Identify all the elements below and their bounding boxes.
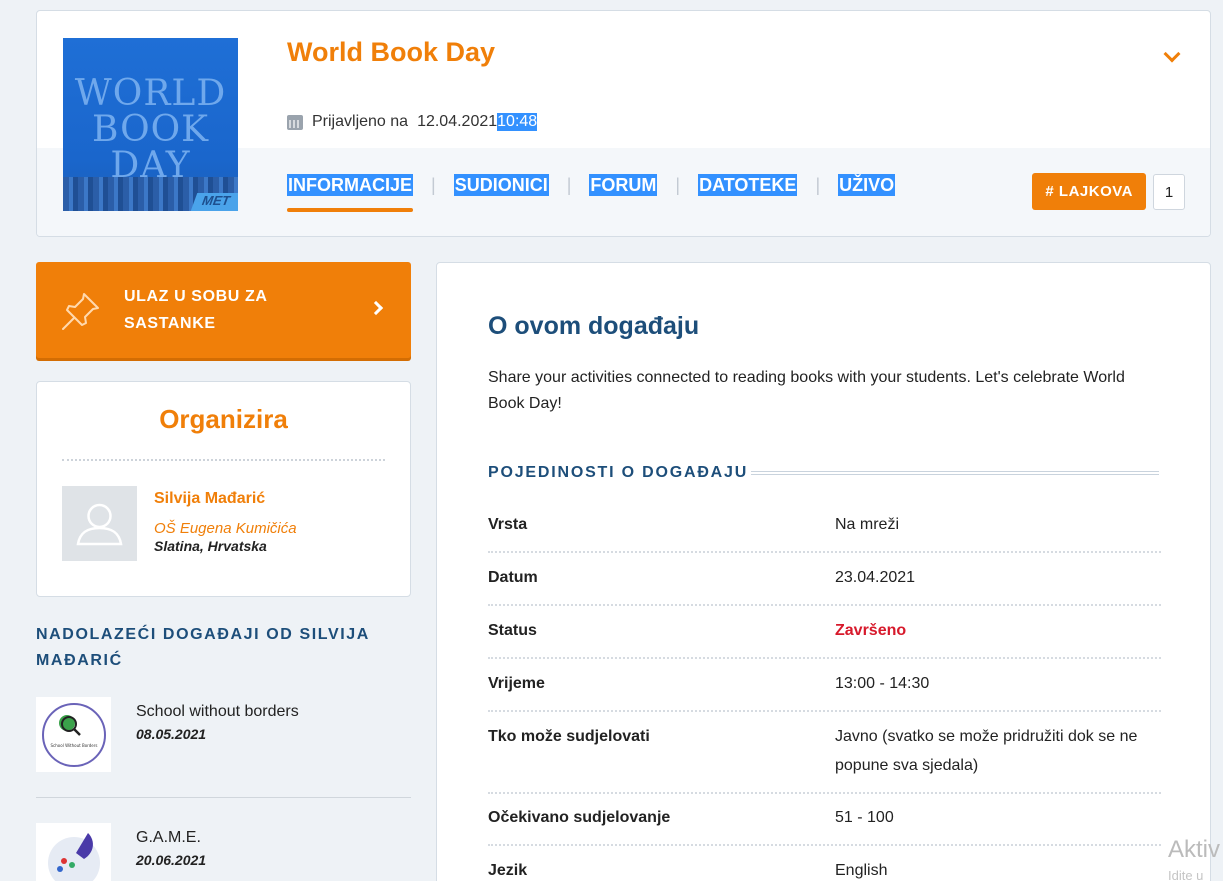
- about-description: Share your activities connected to readi…: [488, 369, 1125, 412]
- list-item[interactable]: School Without Borders School without bo…: [36, 697, 411, 787]
- upcoming-event-title[interactable]: School without borders: [136, 703, 299, 721]
- detail-key: Vrsta: [488, 516, 528, 533]
- divider: [62, 459, 385, 461]
- organizer-location: Slatina, Hrvatska: [154, 538, 267, 554]
- details-heading: POJEDINOSTI O DOGAĐAJU: [488, 464, 749, 481]
- upcoming-events-heading: NADOLAZEĆI DOGAĐAJI OD SILVIJA MAĐARIĆ: [36, 626, 370, 669]
- svg-text:School Without Borders: School Without Borders: [51, 743, 98, 748]
- detail-row-status: Status Završeno: [488, 616, 1161, 659]
- upcoming-event-title[interactable]: G.A.M.E.: [136, 829, 201, 847]
- event-thumbnail[interactable]: School Without Borders: [36, 697, 111, 772]
- like-button[interactable]: # LAJKOVA: [1032, 173, 1146, 210]
- event-title: World Book Day: [287, 37, 496, 67]
- detail-key: Vrijeme: [488, 675, 545, 692]
- heading-rule: [751, 471, 1159, 475]
- about-heading: O ovom događaju: [488, 312, 700, 340]
- registered-date: 12.04.2021: [417, 113, 498, 130]
- registered-time: 10:48: [497, 113, 538, 131]
- tab-separator: |: [815, 174, 821, 195]
- tab-separator: |: [675, 174, 681, 195]
- cover-corner-badge: MET: [190, 193, 238, 211]
- detail-value: Na mreži: [835, 516, 900, 533]
- tab-datoteke[interactable]: DATOTEKE: [698, 174, 798, 196]
- cover-text-line1: WORLD: [74, 73, 227, 114]
- detail-value: 51 - 100: [835, 809, 894, 826]
- game-logo-icon: [48, 833, 100, 881]
- tab-sudionici[interactable]: SUDIONICI: [453, 174, 549, 196]
- chevron-right-icon: [368, 300, 384, 316]
- event-header-card: WORLD BOOK DAY MET World Book Day Prijav…: [36, 10, 1211, 237]
- detail-row-jezik: Jezik English: [488, 856, 1161, 881]
- chevron-down-icon[interactable]: [1163, 45, 1181, 63]
- list-item[interactable]: G.A.M.E. 20.06.2021: [36, 823, 411, 881]
- detail-value: Javno (svatko se može pridružiti dok se …: [835, 728, 1138, 774]
- registered-label: Prijavljeno na: [312, 113, 409, 130]
- detail-value: English: [835, 862, 888, 879]
- detail-key: Očekivano sudjelovanje: [488, 809, 671, 826]
- event-thumbnail[interactable]: [36, 823, 111, 881]
- enter-meeting-room-button[interactable]: ULAZ U SOBU ZA SASTANKE: [36, 262, 411, 358]
- detail-value: 23.04.2021: [835, 569, 916, 586]
- detail-row-ocekivano: Očekivano sudjelovanje 51 - 100: [488, 803, 1161, 846]
- detail-key: Jezik: [488, 862, 528, 879]
- tab-separator: |: [566, 174, 572, 195]
- detail-row-datum: Datum 23.04.2021: [488, 563, 1161, 606]
- tab-forum[interactable]: FORUM: [589, 174, 658, 196]
- detail-row-vrijeme: Vrijeme 13:00 - 14:30: [488, 669, 1161, 712]
- cover-text-line2: BOOK DAY: [91, 109, 210, 186]
- detail-key: Tko može sudjelovati: [488, 728, 650, 745]
- organizer-school[interactable]: OŠ Eugena Kumičića: [154, 520, 297, 537]
- organizer-name[interactable]: Silvija Mađarić: [154, 490, 265, 508]
- registration-info: Prijavljeno na 12.04.2021 10:48: [287, 113, 538, 131]
- divider: [36, 797, 411, 798]
- calendar-icon: [287, 114, 303, 130]
- tab-uzivo[interactable]: UŽIVO: [838, 174, 896, 196]
- cover-text: WORLD BOOK DAY: [63, 76, 238, 184]
- detail-key: Datum: [488, 569, 538, 586]
- detail-value: 13:00 - 14:30: [835, 675, 930, 692]
- organizer-heading: Organizira: [159, 404, 288, 434]
- detail-key: Status: [488, 622, 537, 639]
- tab-separator: |: [431, 174, 436, 195]
- tab-informacije[interactable]: INFORMACIJE: [287, 174, 414, 212]
- status-badge: Završeno: [835, 622, 907, 639]
- activation-watermark-sub: Idite u: [1168, 868, 1204, 881]
- detail-row-tko-moze: Tko može sudjelovati Javno (svatko se mo…: [488, 722, 1161, 794]
- event-tabs: INFORMACIJE | SUDIONICI | FORUM | DATOTE…: [287, 174, 896, 212]
- pin-icon: [62, 293, 99, 330]
- meeting-button-label: ULAZ U SOBU ZA SASTANKE: [124, 288, 267, 332]
- globe-magnifier-icon: School Without Borders: [42, 703, 106, 767]
- user-icon: [76, 503, 123, 546]
- avatar[interactable]: [62, 486, 137, 561]
- organizer-card: Organizira Silvija Mađarić OŠ Eugena Kum…: [36, 381, 411, 597]
- event-cover-image: WORLD BOOK DAY MET: [63, 38, 238, 211]
- detail-row-vrsta: Vrsta Na mreži: [488, 510, 1161, 553]
- likes-count: 1: [1153, 174, 1185, 210]
- activation-watermark: Aktiv: [1168, 836, 1221, 863]
- upcoming-event-date: 08.05.2021: [136, 726, 207, 742]
- event-info-card: O ovom događaju Share your activities co…: [436, 262, 1211, 881]
- upcoming-event-date: 20.06.2021: [136, 852, 207, 868]
